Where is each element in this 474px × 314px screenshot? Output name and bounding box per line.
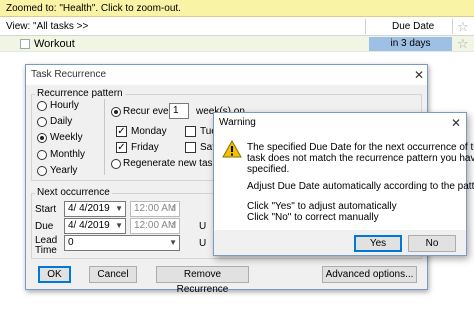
- truncated-label: U: [199, 238, 207, 249]
- zoom-bar-text: Zoomed to: "Health". Click to zoom-out.: [6, 3, 181, 14]
- remove-recurrence-button[interactable]: Remove Recurrence: [156, 266, 249, 295]
- radio-label-daily: Daily: [50, 116, 73, 127]
- warning-button-bar: Yes No: [214, 230, 466, 255]
- warning-message-line: The specified Due Date for the next occu…: [247, 142, 474, 153]
- cancel-button[interactable]: Cancel: [89, 266, 137, 283]
- close-icon[interactable]: ✕: [451, 116, 461, 130]
- warning-message-line: task does not match the recurrence patte…: [247, 153, 474, 164]
- radio-hourly[interactable]: [37, 101, 47, 111]
- day-label-monday: Monday: [131, 126, 167, 137]
- recur-every-input[interactable]: 1: [169, 103, 189, 119]
- column-divider: [365, 19, 366, 34]
- truncated-label: U: [199, 221, 207, 232]
- lead-time-select[interactable]: 0 ▼: [64, 235, 180, 251]
- close-icon[interactable]: ✕: [414, 68, 424, 82]
- task-title: Workout: [34, 38, 75, 50]
- chevron-down-icon[interactable]: ▼: [115, 219, 123, 233]
- checkbox-monday[interactable]: ✓: [116, 126, 127, 137]
- yes-button[interactable]: Yes: [354, 235, 402, 252]
- radio-label-hourly: Hourly: [50, 100, 79, 111]
- radio-weekly[interactable]: [37, 133, 47, 143]
- start-time-field[interactable]: 12:00 AM ⇕: [130, 201, 180, 217]
- day-label-friday: Friday: [131, 142, 159, 153]
- next-occurrence-label: Next occurrence: [35, 187, 112, 198]
- chevron-down-icon[interactable]: ▼: [169, 236, 177, 250]
- start-date-field[interactable]: 4/ 4/2019 ▼: [64, 201, 126, 217]
- radio-recur-every[interactable]: [111, 107, 121, 117]
- warning-question: Adjust Due Date automatically according …: [247, 181, 474, 192]
- warning-yes-hint: Click "Yes" to adjust automatically: [247, 201, 397, 212]
- start-label: Start: [35, 204, 57, 215]
- lead-time-value: 0: [68, 237, 74, 248]
- warning-message-line: specified.: [247, 164, 290, 175]
- regenerate-label: Regenerate new task: [123, 158, 218, 169]
- warning-dialog-title: Warning: [219, 117, 256, 128]
- radio-label-yearly: Yearly: [50, 165, 78, 176]
- radio-monthly[interactable]: [37, 150, 47, 160]
- checkbox-saturday[interactable]: [185, 142, 196, 153]
- radio-yearly[interactable]: [37, 166, 47, 176]
- time-label: Time: [35, 245, 57, 256]
- task-due-date: in 3 days: [369, 37, 452, 51]
- star-icon: ☆: [457, 19, 469, 34]
- spinner-icon[interactable]: ⇕: [170, 219, 177, 233]
- recurrence-dialog-title: Task Recurrence: [31, 69, 107, 80]
- radio-label-weekly: Weekly: [50, 132, 83, 143]
- checkbox-friday[interactable]: ✓: [116, 142, 127, 153]
- due-time-field[interactable]: 12:00 AM ⇕: [130, 218, 180, 234]
- chevron-down-icon[interactable]: ▼: [115, 202, 123, 216]
- warning-dialog: Warning ✕ The specified Due Date for the…: [213, 112, 474, 256]
- no-button[interactable]: No: [408, 235, 456, 252]
- warning-icon: [222, 140, 242, 158]
- view-filter[interactable]: View: "All tasks >>: [6, 21, 88, 32]
- radio-daily[interactable]: [37, 117, 47, 127]
- due-date-field[interactable]: 4/ 4/2019 ▼: [64, 218, 126, 234]
- due-date-column-header[interactable]: Due Date: [392, 21, 434, 32]
- group-separator: [104, 99, 105, 175]
- ok-button[interactable]: OK: [38, 266, 71, 283]
- warning-titlebar: Warning ✕: [214, 113, 466, 133]
- checkbox-tuesday[interactable]: [185, 126, 196, 137]
- warning-no-hint: Click "No" to correct manually: [247, 212, 379, 223]
- column-header: View: "All tasks >> Due Date ☆: [0, 17, 474, 36]
- due-date-value: 4/ 4/2019: [68, 220, 110, 231]
- task-row[interactable]: Workout in 3 days ☆: [0, 36, 474, 52]
- radio-regenerate[interactable]: [111, 159, 121, 169]
- recurrence-titlebar: Task Recurrence ✕: [26, 65, 427, 85]
- start-date-value: 4/ 4/2019: [68, 203, 110, 214]
- due-label: Due: [35, 221, 54, 232]
- column-divider: [452, 19, 453, 34]
- recurrence-pattern-label: Recurrence pattern: [35, 88, 125, 99]
- task-checkbox[interactable]: [20, 39, 30, 49]
- recur-every-value: 1: [173, 105, 179, 116]
- spinner-icon[interactable]: ⇕: [170, 202, 177, 216]
- star-icon[interactable]: ☆: [457, 37, 469, 50]
- advanced-options-button[interactable]: Advanced options...: [322, 266, 417, 283]
- radio-label-monthly: Monthly: [50, 149, 86, 160]
- zoom-out-bar[interactable]: Zoomed to: "Health". Click to zoom-out.: [0, 0, 474, 17]
